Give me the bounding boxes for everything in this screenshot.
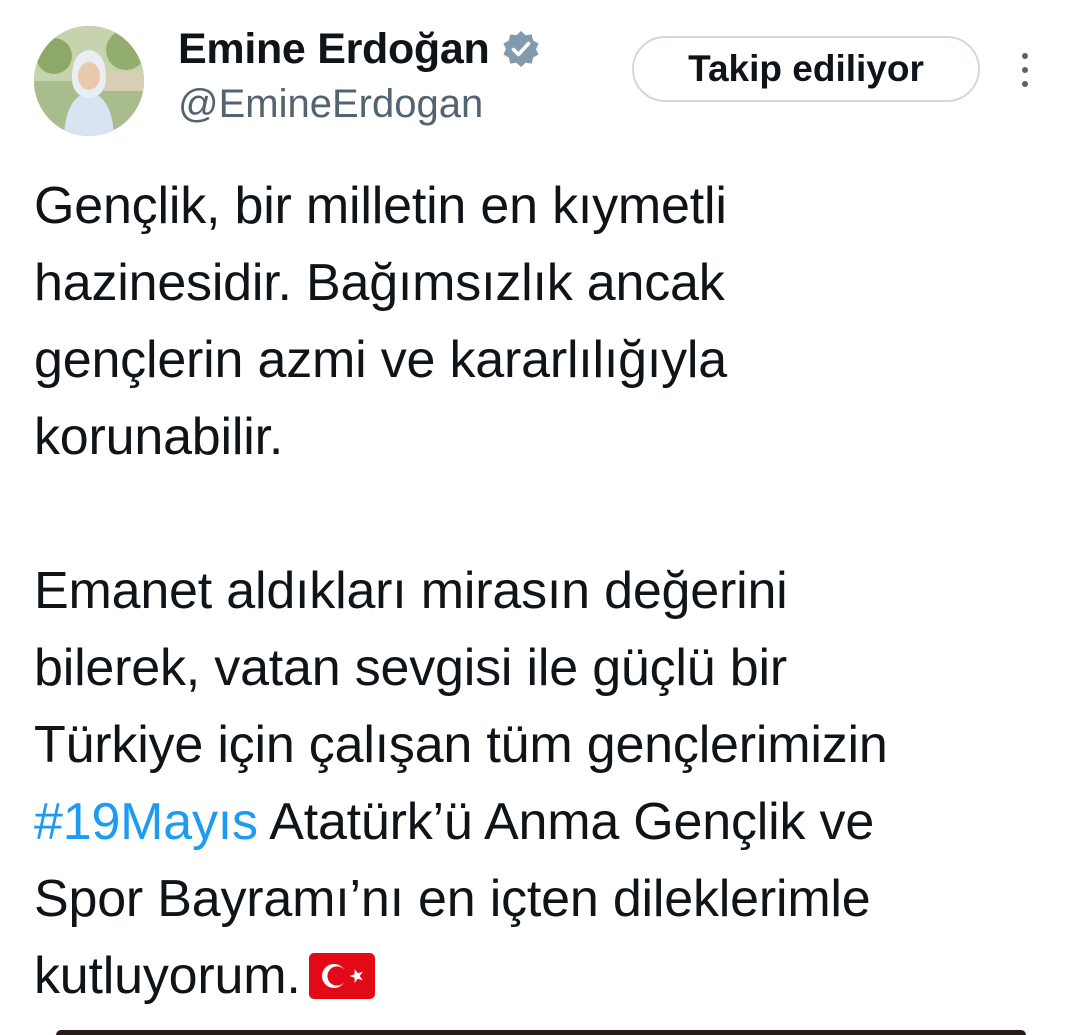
tweet-paragraph-2: Emanet aldıkları mirasın değerini bilere… bbox=[34, 553, 1064, 1015]
following-button[interactable]: Takip ediliyor bbox=[632, 36, 980, 102]
display-name[interactable]: Emine Erdoğan bbox=[178, 25, 490, 74]
text-line: hazinesidir. Bağımsızlık ancak bbox=[34, 254, 725, 312]
tweet-text: Gençlik, bir milletin en kıymetli hazine… bbox=[34, 168, 1064, 1015]
user-handle[interactable]: @EmineErdogan bbox=[178, 82, 483, 127]
text-line: Türkiye için çalışan tüm gençlerimizin bbox=[34, 716, 888, 774]
tweet-paragraph-1: Gençlik, bir milletin en kıymetli hazine… bbox=[34, 168, 1064, 476]
tweet: Emine Erdoğan @EmineErdogan Takip ediliy… bbox=[0, 0, 1080, 1035]
more-options-icon[interactable] bbox=[1008, 46, 1042, 94]
user-name-row: Emine Erdoğan bbox=[178, 24, 541, 74]
text-line: Atatürk’ü Anma Gençlik ve bbox=[257, 793, 875, 851]
text-line: bilerek, vatan sevgisi ile güçlü bir bbox=[34, 639, 787, 697]
verified-badge-icon bbox=[501, 29, 541, 69]
card-edge bbox=[56, 1030, 1026, 1035]
text-line: kutluyorum. bbox=[34, 947, 301, 1005]
turkey-flag-icon bbox=[308, 944, 375, 999]
text-line: Spor Bayramı’nı en içten dileklerimle bbox=[34, 870, 871, 928]
text-line: Gençlik, bir milletin en kıymetli bbox=[34, 177, 727, 235]
avatar[interactable] bbox=[34, 26, 144, 136]
text-line: Emanet aldıkları mirasın değerini bbox=[34, 562, 788, 620]
hashtag-link[interactable]: #19Mayıs bbox=[34, 793, 258, 851]
text-line: korunabilir. bbox=[34, 408, 284, 466]
text-line: gençlerin azmi ve kararlılığıyla bbox=[34, 331, 727, 389]
